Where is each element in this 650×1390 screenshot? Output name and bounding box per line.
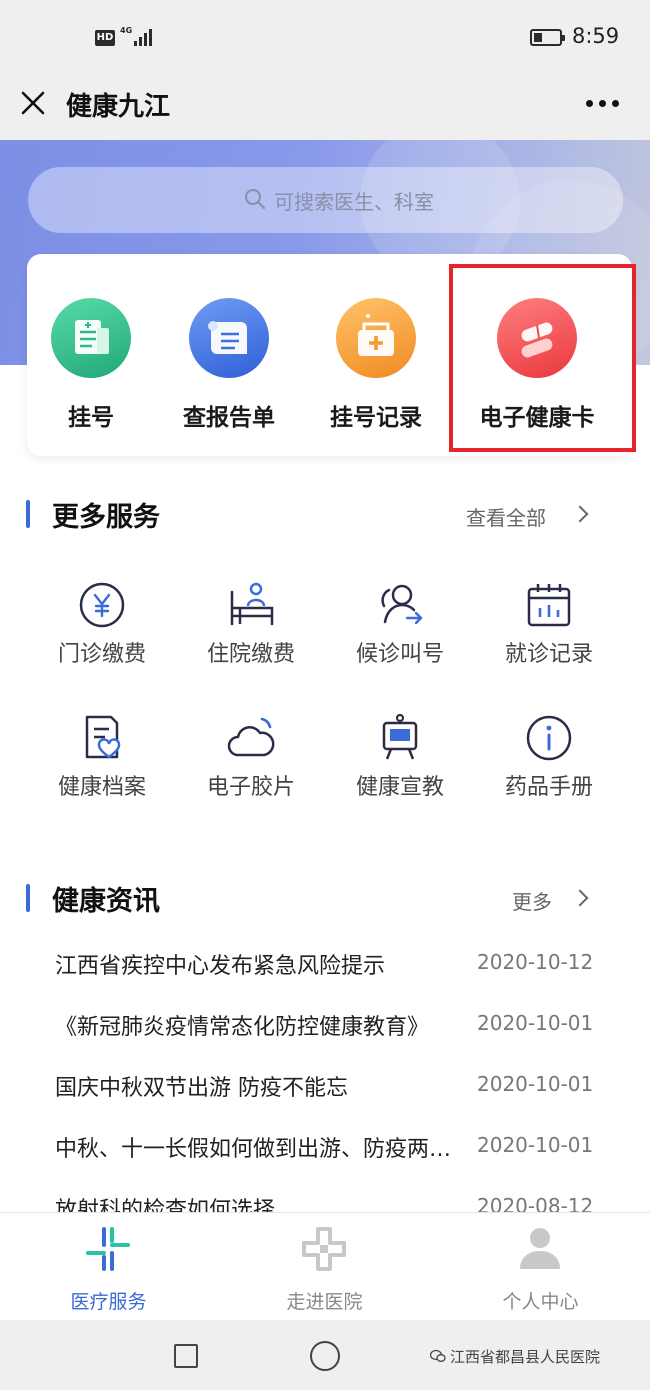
chevron-right-icon[interactable] xyxy=(571,889,589,907)
cloud-icon xyxy=(227,717,275,757)
system-nav-bar: 江西省都昌县人民医院 xyxy=(0,1320,650,1390)
hospital-bed-icon xyxy=(230,582,274,626)
person-icon xyxy=(520,1228,560,1269)
service-drug-manual[interactable]: 药品手册 xyxy=(474,713,624,813)
hd-badge: HD xyxy=(95,30,115,46)
hospital-cross-icon xyxy=(302,1227,346,1271)
quick-action-label: 查报告单 xyxy=(183,405,275,431)
tab-label: 医疗服务 xyxy=(70,1291,147,1313)
quick-action-report[interactable]: 查报告单 xyxy=(159,298,299,438)
news-more-link[interactable]: 更多 xyxy=(512,886,552,915)
news-date: 2020-10-01 xyxy=(477,1133,594,1157)
service-health-file[interactable]: 健康档案 xyxy=(27,713,177,813)
watermark-text: 江西省都昌县人民医院 xyxy=(450,1348,601,1366)
service-electronic-film[interactable]: 电子胶片 xyxy=(176,713,326,813)
news-item[interactable]: 国庆中秋双节出游 防疫不能忘 2020-10-01 xyxy=(55,1070,615,1110)
service-label: 电子胶片 xyxy=(206,775,295,800)
info-icon xyxy=(526,715,572,761)
news-date: 2020-10-12 xyxy=(477,950,594,974)
health-file-icon xyxy=(85,715,121,759)
title-bar: 健康九江 xyxy=(0,76,650,140)
tab-medical-service[interactable]: 医疗服务 xyxy=(0,1213,217,1321)
section-marker xyxy=(26,500,30,528)
service-label: 住院缴费 xyxy=(206,642,295,667)
battery-icon xyxy=(530,29,565,46)
wechat-icon xyxy=(430,1349,446,1362)
service-label: 候诊叫号 xyxy=(355,642,444,667)
clock: 8:59 xyxy=(572,24,620,48)
tab-label: 走进医院 xyxy=(286,1291,363,1313)
network-type: 4G xyxy=(120,26,133,35)
search-input[interactable]: 可搜索医生、科室 xyxy=(28,167,623,233)
news-title: 国庆中秋双节出游 防疫不能忘 xyxy=(55,1076,348,1101)
status-bar: HD 4G 8:59 xyxy=(0,0,650,76)
news-item[interactable]: 江西省疾控中心发布紧急风险提示 2020-10-12 xyxy=(55,948,615,988)
tab-label: 个人中心 xyxy=(502,1291,579,1313)
register-icon xyxy=(51,298,131,378)
news-item[interactable]: 《新冠肺炎疫情常态化防控健康教育》 2020-10-01 xyxy=(55,1009,615,1049)
news-title: 江西省疾控中心发布紧急风险提示 xyxy=(55,954,386,979)
bottom-tab-bar: 医疗服务 走进医院 个人中心 xyxy=(0,1212,650,1320)
quick-action-record[interactable]: 挂号记录 xyxy=(306,298,446,438)
section-title-news: 健康资讯 xyxy=(52,886,160,917)
service-outpatient-payment[interactable]: 门诊缴费 xyxy=(27,580,177,680)
news-title: 中秋、十一长假如何做到出游、防疫两不误 xyxy=(55,1137,455,1162)
section-title-services: 更多服务 xyxy=(52,502,160,533)
chevron-right-icon[interactable] xyxy=(571,505,589,523)
medical-service-icon xyxy=(86,1227,130,1271)
news-title: 《新冠肺炎疫情常态化防控健康教育》 xyxy=(55,1015,430,1040)
more-icon[interactable] xyxy=(586,100,620,108)
queue-icon xyxy=(381,584,423,625)
news-date: 2020-10-01 xyxy=(477,1072,594,1096)
close-icon[interactable] xyxy=(20,90,46,116)
calendar-icon xyxy=(527,584,571,627)
yen-icon xyxy=(79,582,125,628)
tab-personal-center[interactable]: 个人中心 xyxy=(432,1213,649,1321)
service-queue-call[interactable]: 候诊叫号 xyxy=(325,580,475,680)
news-item[interactable]: 中秋、十一长假如何做到出游、防疫两不误 2020-10-01 xyxy=(55,1131,615,1171)
battery-level xyxy=(534,33,543,42)
highlight-box xyxy=(449,264,636,452)
recent-apps-button[interactable] xyxy=(174,1344,198,1368)
quick-action-label: 挂号 xyxy=(68,405,114,431)
view-all-link[interactable]: 查看全部 xyxy=(466,502,546,531)
service-inpatient-payment[interactable]: 住院缴费 xyxy=(176,580,326,680)
search-icon xyxy=(245,189,266,210)
service-label: 药品手册 xyxy=(504,775,593,800)
record-icon xyxy=(336,298,416,378)
quick-action-register[interactable]: 挂号 xyxy=(21,298,161,438)
easel-icon xyxy=(382,713,418,760)
page-title: 健康九江 xyxy=(66,92,171,122)
report-icon xyxy=(189,298,269,378)
section-marker xyxy=(26,884,30,912)
service-label: 门诊缴费 xyxy=(57,642,146,667)
signal-icon xyxy=(134,28,156,46)
home-button[interactable] xyxy=(310,1341,340,1371)
quick-action-label: 挂号记录 xyxy=(330,405,422,431)
search-placeholder: 可搜索医生、科室 xyxy=(274,190,434,214)
service-visit-record[interactable]: 就诊记录 xyxy=(474,580,624,680)
service-label: 健康档案 xyxy=(57,775,146,800)
news-date: 2020-10-01 xyxy=(477,1011,594,1035)
service-label: 就诊记录 xyxy=(504,642,593,667)
service-health-education[interactable]: 健康宣教 xyxy=(325,713,475,813)
tab-hospital[interactable]: 走进医院 xyxy=(216,1213,433,1321)
service-label: 健康宣教 xyxy=(355,775,444,800)
